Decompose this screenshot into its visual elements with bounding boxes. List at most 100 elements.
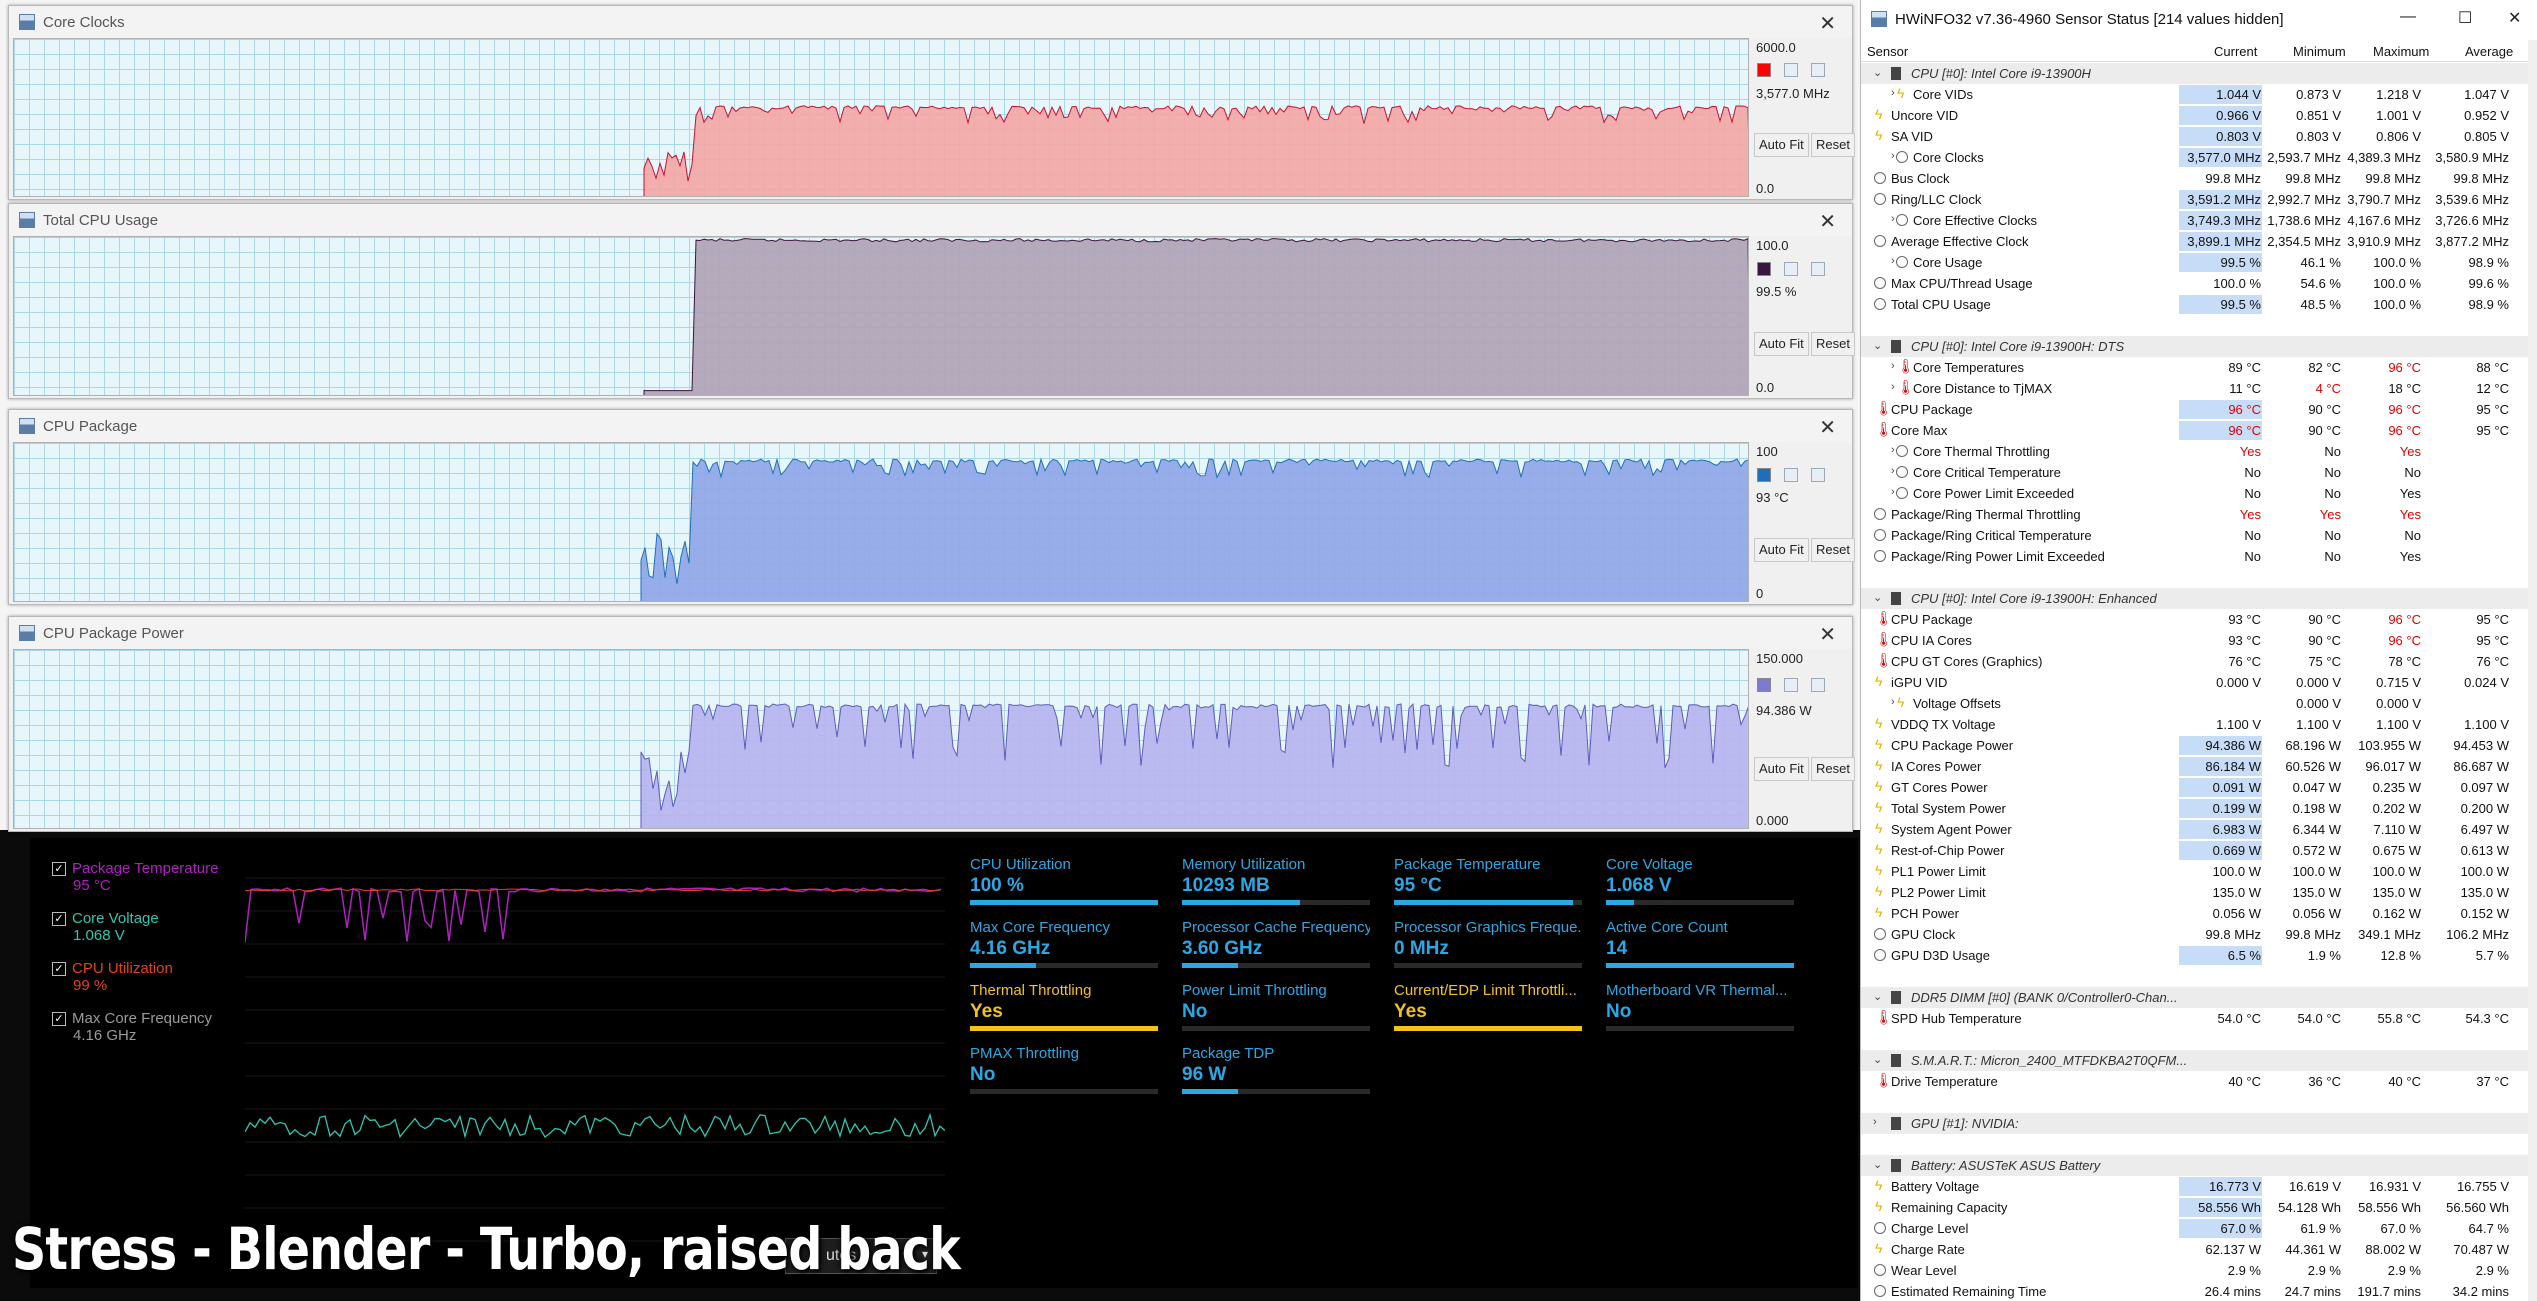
graph-window-1[interactable]: Total CPU Usage ✕ 100.0 99.5 % Auto Fit … xyxy=(8,203,1855,399)
auto-fit-button[interactable]: Auto Fit xyxy=(1754,757,1809,781)
sensor-row[interactable]: Max CPU/Thread Usage 100.0 % 54.6 % 100.0 %… xyxy=(1861,273,2529,294)
color-picker-icon[interactable] xyxy=(1784,678,1798,692)
sensor-entry[interactable]: ✓ Core Voltage 1.068 V xyxy=(52,910,159,944)
color-picker-icon[interactable] xyxy=(1811,262,1825,276)
chevron-down-icon[interactable]: ⌄ xyxy=(1873,591,1882,604)
sensor-row[interactable]: GPU Clock 99.8 MHz 99.8 MHz 349.1 MHz 106.2 … xyxy=(1861,924,2529,945)
sensor-row[interactable]: Wear Level 2.9 % 2.9 % 2.9 % 2.9 % xyxy=(1861,1260,2529,1281)
checkbox[interactable]: ✓ xyxy=(52,912,66,927)
sensor-group-row[interactable]: ⌄ DDR5 DIMM [#0] (BANK 0/Controller0-Chan… xyxy=(1861,987,2529,1008)
sensor-row[interactable]: ϟ VDDQ TX Voltage 1.100 V 1.100 V 1.100 V 1.1… xyxy=(1861,714,2529,735)
sensor-row[interactable]: ϟ Uncore VID 0.966 V 0.851 V 1.001 V 0.952 V xyxy=(1861,105,2529,126)
sensor-row[interactable]: Bus Clock 99.8 MHz 99.8 MHz 99.8 MHz 99.8 MH… xyxy=(1861,168,2529,189)
sensor-row[interactable]: ϟ Total System Power 0.199 W 0.198 W 0.202 W… xyxy=(1861,798,2529,819)
chevron-down-icon[interactable]: ⌄ xyxy=(1873,66,1882,79)
sensor-row[interactable]: Ring/LLC Clock 3,591.2 MHz 2,992.7 MHz 3,79… xyxy=(1861,189,2529,210)
graph-window-0[interactable]: Core Clocks ✕ 6000.0 3,577.0 MHz Auto Fi… xyxy=(8,5,1855,200)
chevron-right-icon[interactable]: › xyxy=(1891,444,1895,456)
sensor-row[interactable]: Package/Ring Thermal Throttling Yes Yes Yes xyxy=(1861,504,2529,525)
close-icon[interactable]: ✕ xyxy=(1819,622,1836,647)
sensor-row[interactable]: › Core Effective Clocks 3,749.3 MHz 1,738.6… xyxy=(1861,210,2529,231)
checkbox[interactable]: ✓ xyxy=(52,1012,66,1027)
sensor-row[interactable]: ϟ IA Cores Power 86.184 W 60.526 W 96.017 W 8… xyxy=(1861,756,2529,777)
col-minimum[interactable]: Minimum xyxy=(2293,44,2346,59)
chevron-right-icon[interactable]: › xyxy=(1891,255,1895,267)
close-icon[interactable]: ✕ xyxy=(1819,209,1836,234)
chevron-right-icon[interactable]: › xyxy=(1873,1116,1877,1128)
sensor-row[interactable]: › Core Critical Temperature No No No xyxy=(1861,462,2529,483)
auto-fit-button[interactable]: Auto Fit xyxy=(1754,133,1809,157)
sensor-row[interactable]: ϟ Charge Rate 62.137 W 44.361 W 88.002 W 70.4… xyxy=(1861,1239,2529,1260)
sensor-group-row[interactable]: › GPU [#1]: NVIDIA: xyxy=(1861,1113,2529,1134)
sensor-row[interactable]: 🌡 Drive Temperature 40 °C 36 °C 40 °C 37 °C xyxy=(1861,1071,2529,1092)
sensor-group-row[interactable]: ⌄ CPU [#0]: Intel Core i9-13900H: Enhance… xyxy=(1861,588,2529,609)
sensor-row[interactable]: ϟ Rest-of-Chip Power 0.669 W 0.572 W 0.675 W… xyxy=(1861,840,2529,861)
reset-button[interactable]: Reset xyxy=(1811,332,1855,356)
chevron-down-icon[interactable]: ⌄ xyxy=(1873,339,1882,352)
sensor-row[interactable]: › Core Power Limit Exceeded No No Yes xyxy=(1861,483,2529,504)
sensor-row[interactable]: 🌡 CPU IA Cores 93 °C 90 °C 96 °C 95 °C xyxy=(1861,630,2529,651)
color-picker-icon[interactable] xyxy=(1811,468,1825,482)
sensor-entry[interactable]: ✓ Max Core Frequency 4.16 GHz xyxy=(52,1010,212,1044)
reset-button[interactable]: Reset xyxy=(1811,538,1855,562)
color-picker-icon[interactable] xyxy=(1784,63,1798,77)
sensor-row[interactable]: › Core Clocks 3,577.0 MHz 2,593.7 MHz 4,389.… xyxy=(1861,147,2529,168)
col-sensor[interactable]: Sensor xyxy=(1867,44,1908,59)
sensor-row[interactable]: › 🌡 Core Distance to TjMAX 11 °C 4 °C 18 °C 12… xyxy=(1861,378,2529,399)
chevron-down-icon[interactable]: ⌄ xyxy=(1873,1053,1882,1066)
sensor-row[interactable]: Package/Ring Critical Temperature No No No xyxy=(1861,525,2529,546)
graph-window-2[interactable]: CPU Package ✕ 100 93 °C Auto Fit Reset 0 xyxy=(8,409,1855,605)
sensor-row[interactable]: › ϟ Core VIDs 1.044 V 0.873 V 1.218 V 1.047 V xyxy=(1861,84,2529,105)
sensor-row[interactable]: › 🌡 Core Temperatures 89 °C 82 °C 96 °C 88 °C xyxy=(1861,357,2529,378)
sensor-row[interactable]: › Core Thermal Throttling Yes No Yes xyxy=(1861,441,2529,462)
checkbox[interactable]: ✓ xyxy=(52,862,66,877)
sensor-entry[interactable]: ✓ CPU Utilization 99 % xyxy=(52,960,173,994)
chevron-right-icon[interactable]: › xyxy=(1891,465,1895,477)
sensor-row[interactable]: Average Effective Clock 3,899.1 MHz 2,354.… xyxy=(1861,231,2529,252)
graph-window-3[interactable]: CPU Package Power ✕ 150.000 94.386 W Aut… xyxy=(8,616,1855,832)
sensor-row[interactable]: Package/Ring Power Limit Exceeded No No Yes xyxy=(1861,546,2529,567)
reset-button[interactable]: Reset xyxy=(1811,133,1855,157)
close-icon[interactable]: ✕ xyxy=(2508,8,2521,28)
chevron-right-icon[interactable]: › xyxy=(1891,360,1895,372)
col-maximum[interactable]: Maximum xyxy=(2373,44,2429,59)
sensor-row[interactable]: 🌡 SPD Hub Temperature 54.0 °C 54.0 °C 55.8 °… xyxy=(1861,1008,2529,1029)
chevron-down-icon[interactable]: ⌄ xyxy=(1873,1158,1882,1171)
auto-fit-button[interactable]: Auto Fit xyxy=(1754,332,1809,356)
sensor-row[interactable]: ϟ PL1 Power Limit 100.0 W 100.0 W 100.0 W 100… xyxy=(1861,861,2529,882)
sensor-row[interactable]: 🌡 CPU GT Cores (Graphics) 76 °C 75 °C 78 °C 7… xyxy=(1861,651,2529,672)
col-current[interactable]: Current xyxy=(2214,44,2257,59)
sensor-row[interactable]: ϟ CPU Package Power 94.386 W 68.196 W 103.95… xyxy=(1861,735,2529,756)
sensor-row[interactable]: ϟ Battery Voltage 16.773 V 16.619 V 16.931 V… xyxy=(1861,1176,2529,1197)
sensor-row[interactable]: Charge Level 67.0 % 61.9 % 67.0 % 64.7 % xyxy=(1861,1218,2529,1239)
sensor-row[interactable]: ϟ GT Cores Power 0.091 W 0.047 W 0.235 W 0.09… xyxy=(1861,777,2529,798)
checkbox[interactable]: ✓ xyxy=(52,962,66,977)
color-picker-icon[interactable] xyxy=(1784,468,1798,482)
sensor-row[interactable]: 🌡 CPU Package 93 °C 90 °C 96 °C 95 °C xyxy=(1861,609,2529,630)
sensor-entry[interactable]: ✓ Package Temperature 95 °C xyxy=(52,860,218,894)
close-icon[interactable]: ✕ xyxy=(1819,11,1836,36)
sensor-row[interactable]: ϟ iGPU VID 0.000 V 0.000 V 0.715 V 0.024 V xyxy=(1861,672,2529,693)
col-average[interactable]: Average xyxy=(2465,44,2513,59)
color-picker-icon[interactable] xyxy=(1811,63,1825,77)
sensor-row[interactable]: ϟ Remaining Capacity 58.556 Wh 54.128 Wh 58.… xyxy=(1861,1197,2529,1218)
vertical-scrollbar[interactable] xyxy=(2528,40,2537,1301)
reset-button[interactable]: Reset xyxy=(1811,757,1855,781)
series-color-swatch[interactable] xyxy=(1757,262,1771,276)
sensor-row[interactable]: 🌡 Core Max 96 °C 90 °C 96 °C 95 °C xyxy=(1861,420,2529,441)
sensor-group-row[interactable]: ⌄ Battery: ASUSTeK ASUS Battery xyxy=(1861,1155,2529,1176)
sensor-row[interactable]: Total CPU Usage 99.5 % 48.5 % 100.0 % 98.9 % xyxy=(1861,294,2529,315)
chevron-right-icon[interactable]: › xyxy=(1891,213,1895,225)
minimize-icon[interactable]: — xyxy=(2400,8,2416,26)
sensor-row[interactable]: ϟ PCH Power 0.056 W 0.056 W 0.162 W 0.152 W xyxy=(1861,903,2529,924)
maximize-icon[interactable]: ☐ xyxy=(2458,8,2472,28)
chevron-right-icon[interactable]: › xyxy=(1891,150,1895,162)
close-icon[interactable]: ✕ xyxy=(1819,415,1836,440)
color-picker-icon[interactable] xyxy=(1811,678,1825,692)
series-color-swatch[interactable] xyxy=(1757,468,1771,482)
chevron-right-icon[interactable]: › xyxy=(1891,87,1895,99)
series-color-swatch[interactable] xyxy=(1757,63,1771,77)
sensor-row[interactable]: ϟ SA VID 0.803 V 0.803 V 0.806 V 0.805 V xyxy=(1861,126,2529,147)
sensor-row[interactable]: ϟ PL2 Power Limit 135.0 W 135.0 W 135.0 W 135… xyxy=(1861,882,2529,903)
auto-fit-button[interactable]: Auto Fit xyxy=(1754,538,1809,562)
